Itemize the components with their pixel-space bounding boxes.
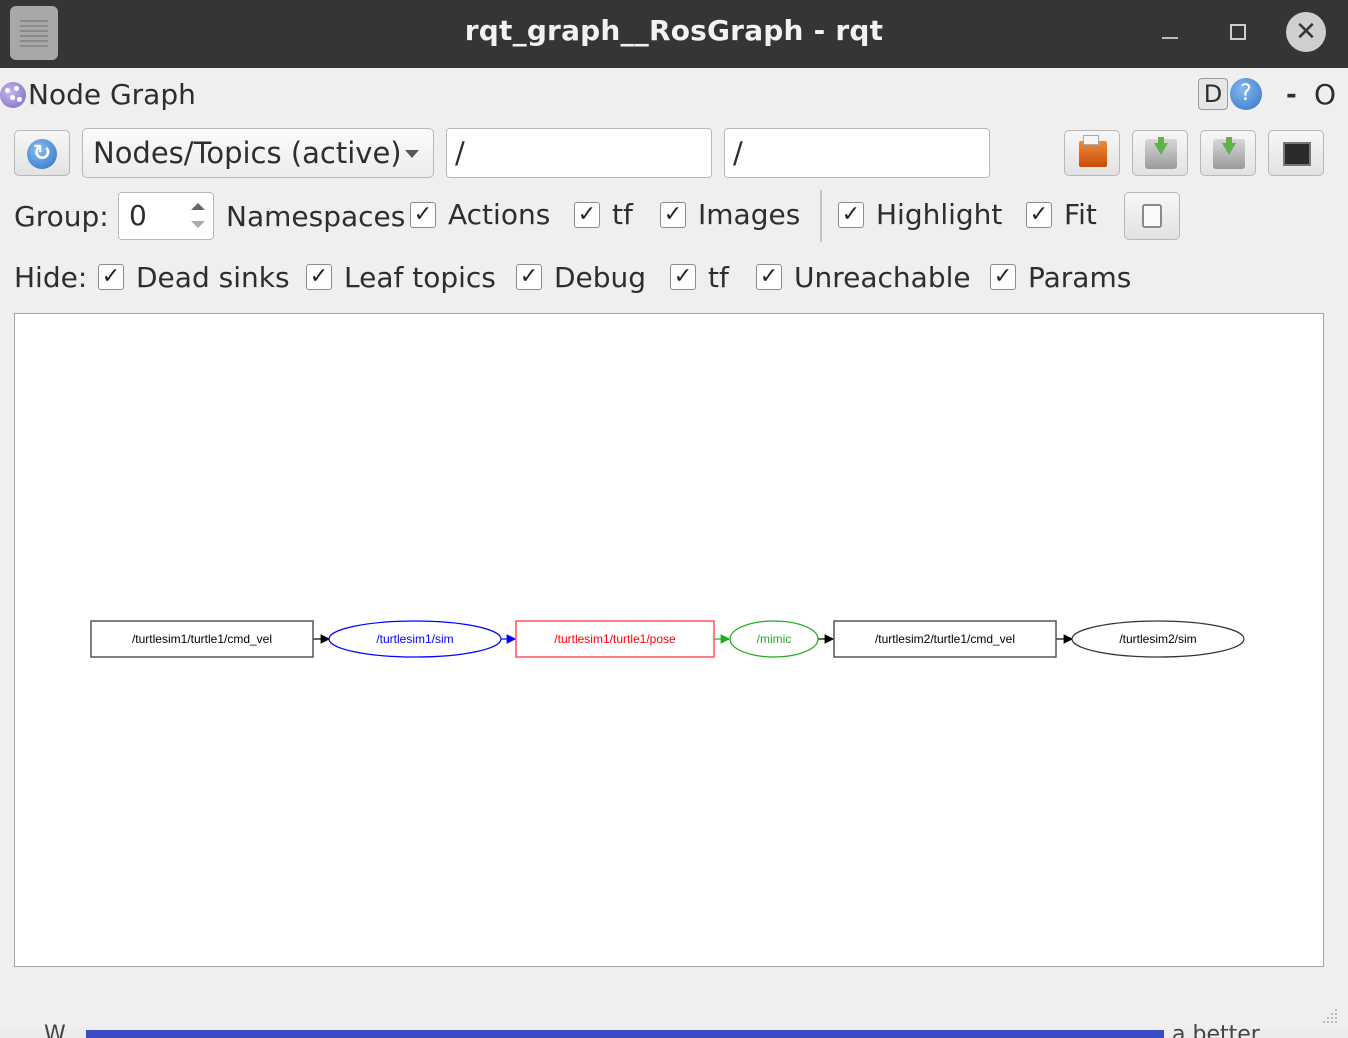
spin-down-icon[interactable]	[191, 221, 205, 228]
folder-open-icon	[1079, 135, 1107, 167]
actions-label: Actions	[448, 198, 551, 231]
minimize-button[interactable]	[1150, 12, 1190, 52]
maximize-icon	[1230, 24, 1246, 40]
background-window: W a better	[0, 1022, 1348, 1038]
tf-checkbox[interactable]: ✓	[574, 202, 600, 228]
minimize-icon	[1162, 37, 1178, 39]
refresh-button[interactable]: ↻	[14, 130, 70, 176]
topic-filter-input[interactable]: /	[724, 128, 990, 178]
refresh-icon: ↻	[27, 139, 57, 169]
graph-node-turtlesim1-cmd-vel[interactable]: /turtlesim1/turtle1/cmd_vel	[90, 620, 314, 658]
separator	[820, 190, 822, 242]
maximize-button[interactable]	[1218, 12, 1258, 52]
dead-sinks-label: Dead sinks	[136, 261, 290, 294]
node-label: /turtlesim1/sim	[376, 632, 453, 646]
close-button[interactable]: ✕	[1286, 12, 1326, 52]
save-download-icon	[1213, 137, 1245, 169]
title-bar: rqt_graph__RosGraph - rqt ✕	[0, 0, 1348, 68]
node-label: /turtlesim2/turtle1/cmd_vel	[875, 632, 1015, 646]
namespaces-label: Namespaces	[226, 200, 406, 233]
save-image-button[interactable]	[1200, 130, 1256, 176]
tf-label: tf	[612, 198, 633, 231]
fit-in-view-button[interactable]	[1124, 192, 1180, 240]
group-label: Group:	[14, 200, 109, 233]
screen-icon	[1283, 142, 1311, 166]
node-label: /turtlesim1/turtle1/cmd_vel	[132, 632, 272, 646]
main-window: Node Graph D ? - O ↻ Nodes/Topics (activ…	[0, 68, 1348, 1030]
leaf-topics-label: Leaf topics	[344, 261, 496, 294]
images-label: Images	[698, 198, 801, 231]
save-dot-button[interactable]	[1132, 130, 1188, 176]
graph-node-turtlesim2-cmd-vel[interactable]: /turtlesim2/turtle1/cmd_vel	[833, 620, 1057, 658]
hide-tf-checkbox[interactable]: ✓	[670, 264, 696, 290]
group-spinbox[interactable]: 0	[118, 192, 214, 240]
save-svg-button[interactable]	[1268, 130, 1324, 176]
graph-node-mimic[interactable]: /mimic	[729, 620, 819, 658]
params-label: Params	[1028, 261, 1132, 294]
fit-checkbox[interactable]: ✓	[1026, 202, 1052, 228]
graph-type-select[interactable]: Nodes/Topics (active)	[82, 128, 434, 178]
minimize-plugin-button[interactable]: -	[1286, 80, 1297, 110]
debug-checkbox[interactable]: ✓	[516, 264, 542, 290]
chevron-down-icon	[405, 150, 419, 158]
highlight-checkbox[interactable]: ✓	[838, 202, 864, 228]
load-dot-button[interactable]	[1064, 130, 1120, 176]
background-text: a better	[1172, 1022, 1260, 1038]
fit-view-icon	[1142, 204, 1162, 228]
dead-sinks-checkbox[interactable]: ✓	[98, 264, 124, 290]
node-label: /turtlesim2/sim	[1119, 632, 1196, 646]
node-filter-input[interactable]: /	[446, 128, 712, 178]
debug-label: Debug	[554, 261, 647, 294]
ros-graph: /turtlesim1/turtle1/cmd_vel /turtlesim1/…	[90, 620, 1245, 658]
help-button[interactable]: ?	[1230, 78, 1262, 110]
graph-node-turtlesim2-sim[interactable]: /turtlesim2/sim	[1071, 620, 1245, 658]
graph-canvas[interactable]: /turtlesim1/turtle1/cmd_vel /turtlesim1/…	[14, 313, 1324, 967]
fit-label: Fit	[1064, 198, 1097, 231]
leaf-topics-checkbox[interactable]: ✓	[306, 264, 332, 290]
window-title: rqt_graph__RosGraph - rqt	[464, 14, 884, 47]
dock-button[interactable]: D	[1198, 78, 1228, 110]
node-graph-plugin-icon	[0, 82, 26, 108]
hide-label: Hide:	[14, 261, 88, 294]
background-text: W	[44, 1022, 66, 1038]
group-value: 0	[129, 199, 147, 232]
node-label: /turtlesim1/turtle1/pose	[554, 632, 676, 646]
images-checkbox[interactable]: ✓	[660, 202, 686, 228]
hide-tf-label: tf	[708, 261, 729, 294]
resize-grip-icon[interactable]	[1320, 1006, 1340, 1026]
params-checkbox[interactable]: ✓	[990, 264, 1016, 290]
unreachable-checkbox[interactable]: ✓	[756, 264, 782, 290]
actions-checkbox[interactable]: ✓	[410, 202, 436, 228]
node-label: /mimic	[757, 632, 792, 646]
graph-type-value: Nodes/Topics (active)	[93, 136, 402, 170]
background-selection	[86, 1030, 1164, 1038]
close-plugin-button[interactable]: O	[1314, 78, 1336, 111]
plugin-title: Node Graph	[28, 78, 196, 111]
save-download-icon	[1145, 137, 1177, 169]
unreachable-label: Unreachable	[794, 261, 971, 294]
graph-node-turtlesim1-pose[interactable]: /turtlesim1/turtle1/pose	[515, 620, 715, 658]
graph-node-turtlesim1-sim[interactable]: /turtlesim1/sim	[328, 620, 502, 658]
spin-up-icon[interactable]	[191, 203, 205, 210]
highlight-label: Highlight	[876, 198, 1003, 231]
